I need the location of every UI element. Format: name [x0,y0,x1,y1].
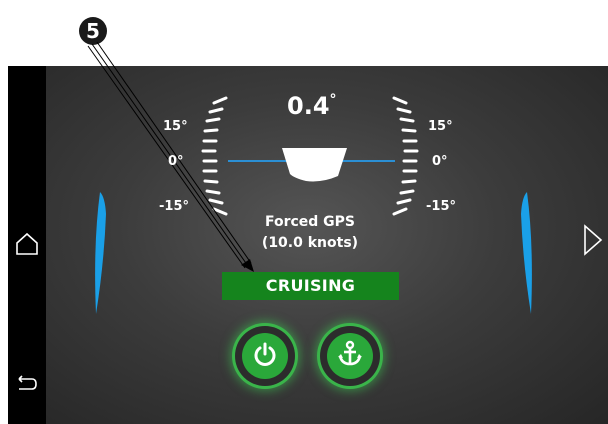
power-button[interactable] [235,326,295,386]
hull-icon [282,148,347,182]
left-scale-top-label: 15° [163,119,188,134]
trim-angle-readout: 0.4° [287,92,337,120]
left-trim-tab [95,192,106,314]
right-scale-top-label: 15° [428,119,453,134]
speed-source: Forced GPS [264,214,356,230]
anchor-icon [335,339,365,373]
power-icon [251,340,279,372]
left-scale-bottom-label: -15° [159,199,189,214]
speed-value: (10.0 knots) [261,235,359,251]
right-scale-bottom-label: -15° [426,199,456,214]
left-scale-ticks [201,96,228,216]
next-arrow-icon [582,224,604,261]
speed-status: Forced GPS (10.0 knots) [240,212,380,254]
trim-angle-value: 0.4 [287,92,330,120]
next-page-button[interactable] [582,223,604,261]
mode-status-bar: CRUISING [222,272,399,300]
right-trim-tab [521,192,532,314]
right-scale-mid-label: 0° [432,154,448,169]
callout-arrowhead [241,259,254,272]
left-scale-mid-label: 0° [168,154,184,169]
anchor-button[interactable] [320,326,380,386]
trim-angle-unit: ° [329,92,337,108]
right-scale-ticks [392,96,419,216]
